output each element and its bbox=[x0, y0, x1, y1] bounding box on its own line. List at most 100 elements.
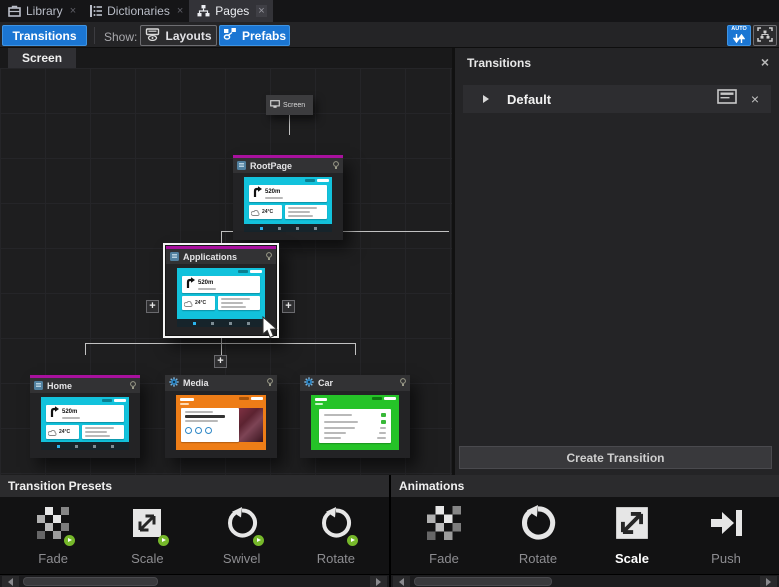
scale-icon bbox=[615, 506, 649, 545]
transition-item-default[interactable]: Default × bbox=[463, 85, 771, 113]
scrollbar-thumb[interactable] bbox=[414, 577, 552, 586]
add-connection-left-button[interactable]: + bbox=[146, 300, 159, 313]
toolbar: Transitions Show: Layouts Prefabs AUTO bbox=[0, 22, 779, 48]
close-icon[interactable]: × bbox=[177, 5, 183, 17]
node-home[interactable]: Home 520m 24°C bbox=[30, 375, 140, 458]
preset-swivel[interactable]: Swivel bbox=[195, 506, 289, 566]
node-rootpage[interactable]: RootPage 520m 24°C bbox=[233, 155, 343, 240]
tab-dictionaries[interactable]: Dictionaries × bbox=[82, 0, 189, 22]
node-label: Car bbox=[318, 378, 396, 388]
scroll-right-button[interactable] bbox=[760, 576, 777, 587]
close-icon[interactable]: × bbox=[256, 5, 266, 17]
application-window: Library × Dictionaries × Pages × Transit… bbox=[0, 0, 779, 587]
prefabs-icon bbox=[223, 28, 237, 43]
close-icon[interactable]: × bbox=[70, 5, 76, 17]
connector-line bbox=[221, 231, 222, 243]
scroll-left-button[interactable] bbox=[2, 576, 19, 587]
play-badge-icon bbox=[347, 535, 358, 546]
monitor-icon bbox=[270, 96, 280, 114]
transitions-panel: Transitions × Default × Create Transitio… bbox=[452, 48, 779, 475]
add-page-button[interactable]: + bbox=[214, 355, 227, 368]
scrollbar-thumb[interactable] bbox=[23, 577, 158, 586]
node-car[interactable]: Car bbox=[300, 375, 410, 458]
animation-scale[interactable]: Scale bbox=[585, 506, 679, 566]
dictionaries-icon bbox=[90, 5, 102, 17]
animations-header: Animations bbox=[391, 475, 779, 497]
create-transition-button[interactable]: Create Transition bbox=[459, 446, 772, 469]
node-label: Screen bbox=[283, 102, 305, 109]
expander-icon[interactable] bbox=[483, 95, 489, 103]
animations-horizontal-scrollbar[interactable] bbox=[391, 574, 779, 587]
turn-arrow-icon bbox=[252, 185, 262, 203]
node-thumbnail: 520m 24°C bbox=[233, 173, 343, 240]
edit-transition-icon[interactable] bbox=[717, 89, 737, 109]
tab-label: Dictionaries bbox=[107, 4, 170, 18]
fit-graph-button[interactable] bbox=[753, 25, 777, 46]
presets-horizontal-scrollbar[interactable] bbox=[0, 574, 389, 587]
lightbulb-icon bbox=[400, 374, 406, 392]
page-icon bbox=[237, 157, 246, 175]
animation-rotate[interactable]: Rotate bbox=[491, 506, 585, 566]
preset-label: Rotate bbox=[317, 551, 355, 566]
node-label: RootPage bbox=[250, 161, 329, 171]
preset-rotate[interactable]: Rotate bbox=[289, 506, 383, 566]
node-label: Applications bbox=[183, 252, 262, 262]
prefabs-toggle-button[interactable]: Prefabs bbox=[219, 25, 290, 46]
scroll-right-button[interactable] bbox=[370, 576, 387, 587]
animation-fade[interactable]: Fade bbox=[397, 506, 491, 566]
page-icon bbox=[170, 248, 179, 266]
node-header: Home bbox=[30, 378, 140, 393]
pages-icon bbox=[197, 5, 210, 17]
graph-area[interactable]: Screen RootPage 520m bbox=[0, 68, 452, 475]
transition-item-label: Default bbox=[507, 92, 717, 107]
tab-library[interactable]: Library × bbox=[0, 0, 82, 22]
transition-presets-header: Transition Presets bbox=[0, 475, 389, 497]
fit-graph-icon bbox=[757, 27, 773, 45]
document-tab-label: Screen bbox=[22, 51, 62, 65]
turn-arrow-icon bbox=[49, 405, 59, 423]
connector-line bbox=[355, 343, 356, 355]
animation-label: Fade bbox=[429, 551, 459, 566]
document-tab-screen[interactable]: Screen bbox=[8, 48, 76, 68]
tab-label: Library bbox=[26, 4, 63, 18]
connector-line bbox=[85, 343, 86, 355]
transition-presets-list: Fade Scale Swivel bbox=[0, 497, 389, 574]
play-badge-icon bbox=[158, 535, 169, 546]
document-tab-bar: Screen bbox=[0, 48, 452, 68]
animation-label: Rotate bbox=[519, 551, 557, 566]
preset-label: Scale bbox=[131, 551, 164, 566]
play-badge-icon bbox=[253, 535, 264, 546]
node-label: Home bbox=[47, 381, 126, 391]
page-icon bbox=[34, 377, 43, 395]
preset-label: Fade bbox=[38, 551, 68, 566]
node-media[interactable]: Media bbox=[165, 375, 277, 458]
node-thumbnail bbox=[300, 391, 410, 458]
lightbulb-icon bbox=[267, 374, 273, 392]
preset-scale[interactable]: Scale bbox=[100, 506, 194, 566]
transitions-button[interactable]: Transitions bbox=[2, 25, 87, 46]
transition-presets-panel: Transition Presets Fade Scale bbox=[0, 475, 389, 587]
preset-fade[interactable]: Fade bbox=[6, 506, 100, 566]
lightbulb-icon bbox=[333, 157, 339, 175]
tab-label: Pages bbox=[215, 4, 249, 18]
node-header: Media bbox=[165, 375, 277, 391]
layouts-toggle-button[interactable]: Layouts bbox=[140, 25, 217, 46]
node-header: RootPage bbox=[233, 158, 343, 173]
scroll-left-button[interactable] bbox=[393, 576, 410, 587]
animation-label: Scale bbox=[615, 551, 649, 566]
node-screen[interactable]: Screen bbox=[266, 95, 313, 115]
animation-push[interactable]: Push bbox=[679, 506, 773, 566]
lightbulb-icon bbox=[266, 248, 272, 266]
transitions-panel-title: Transitions bbox=[467, 56, 531, 70]
push-icon bbox=[709, 506, 743, 545]
transitions-panel-header: Transitions × bbox=[455, 48, 779, 78]
auto-arrange-button[interactable]: AUTO bbox=[727, 25, 751, 46]
add-connection-right-button[interactable]: + bbox=[282, 300, 295, 313]
delete-transition-icon[interactable]: × bbox=[751, 91, 759, 107]
connector-line bbox=[85, 343, 355, 344]
node-thumbnail: 520m 24°C bbox=[166, 264, 276, 335]
close-icon[interactable]: × bbox=[761, 54, 769, 70]
tab-pages[interactable]: Pages × bbox=[189, 0, 272, 22]
animation-label: Push bbox=[711, 551, 741, 566]
create-transition-label: Create Transition bbox=[566, 451, 664, 465]
